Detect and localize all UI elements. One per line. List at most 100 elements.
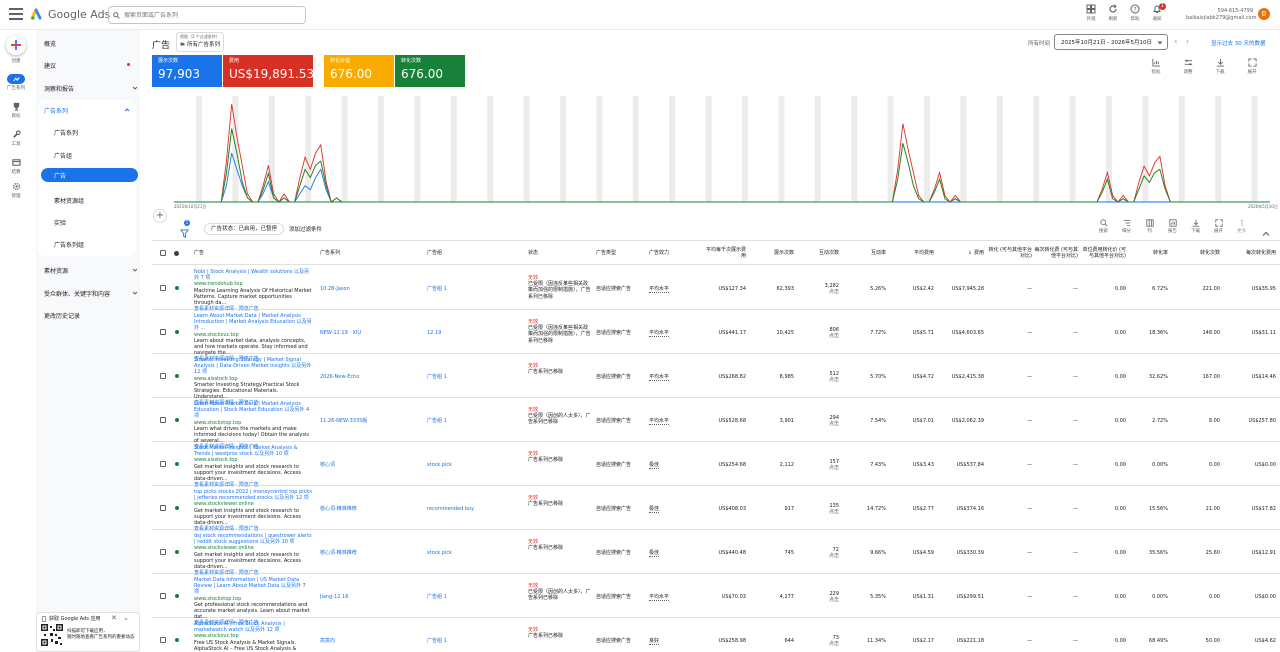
table-row[interactable]: Stock Market Insights | Market Analysis … [152, 442, 1280, 488]
row-checkbox[interactable] [160, 637, 166, 643]
metric-cost[interactable]: 费用 US$19,891.53 [223, 55, 314, 87]
campaign-link[interactable]: 核心词-精准推荐 [320, 506, 420, 512]
adgroup-link[interactable]: recommended buy [427, 506, 522, 512]
ad-strength[interactable]: 平均水平 [649, 418, 695, 425]
campaign-link[interactable]: 高意向 [320, 638, 420, 644]
hamburger-menu-icon[interactable] [9, 8, 23, 20]
campaign-link[interactable]: 核心词 [320, 462, 420, 468]
row-checkbox[interactable] [160, 505, 166, 511]
col-header-conv-rate[interactable]: 转化率 [1128, 241, 1168, 265]
prev-period-icon[interactable]: ‹ [1174, 37, 1186, 47]
add-filter-button[interactable]: 添加过滤条件 [289, 225, 322, 233]
notifications-button[interactable]: 1 通知 [1146, 3, 1168, 22]
ad-headline[interactable]: dsj stock recommendations | questrower a… [194, 533, 312, 545]
campaign-link[interactable]: 2026-New-Echo [320, 374, 420, 380]
row-checkbox[interactable] [160, 417, 166, 423]
avatar[interactable]: B [1258, 8, 1270, 20]
adgroup-link[interactable]: 广告组 1 [427, 638, 522, 644]
select-all-checkbox[interactable] [160, 250, 166, 256]
ad-headline[interactable]: AlphaStock AI | Free Stock Analysis | ma… [194, 621, 312, 633]
create-button[interactable] [6, 35, 26, 55]
rail-admin[interactable]: 管理 [0, 182, 32, 199]
status-dot[interactable] [175, 330, 179, 334]
ad-headline[interactable]: Stock Market Insights | Market Analysis … [194, 445, 312, 457]
campaign-view-selector[interactable]: 视图（2 个过滤条件） 所有广告系列 [176, 32, 224, 52]
status-dot[interactable] [175, 594, 179, 598]
table-row[interactable]: AlphaStock AI | Free Stock Analysis | ma… [152, 618, 1280, 652]
col-header-interaction-rate[interactable]: 互动率 [842, 241, 886, 265]
ad-headline[interactable]: Learn About Market Data | Market Analysi… [194, 401, 312, 420]
ad-strength[interactable]: 平均水平 [649, 594, 695, 601]
google-ads-logo[interactable]: Google Ads [30, 7, 110, 21]
table-row[interactable]: Learn About Market Data | Market Analysi… [152, 310, 1280, 362]
ad-strength[interactable]: 极佳 [649, 550, 695, 557]
show-last-30-days-link[interactable]: 显示过去 30 天的数据 [1211, 39, 1266, 47]
next-period-icon[interactable]: › [1186, 37, 1198, 47]
row-checkbox[interactable] [160, 461, 166, 467]
col-header-conv-value-cross[interactable]: 单位费用转化价 (可与其他平台对比) [1080, 241, 1126, 265]
ad-headline[interactable]: Learn About Market Data | Market Analysi… [194, 313, 312, 332]
table-row[interactable]: Nobi | Stock Analysis | Wealth solutions… [152, 266, 1280, 312]
col-header-ad-strength[interactable]: 广告效力 [649, 241, 699, 265]
chart-download-button[interactable]: 下载 [1210, 58, 1230, 75]
col-header-interactions[interactable]: 互动次数 [797, 241, 839, 265]
table-download-button[interactable]: 下载 [1184, 219, 1207, 234]
table-row[interactable]: Learn About Market Data | Market Analysi… [152, 398, 1280, 450]
appearance-button[interactable]: 外观 [1080, 4, 1102, 22]
status-header-dot[interactable] [174, 251, 179, 256]
nav-item-recommendations[interactable]: 建议 [44, 58, 138, 72]
col-header-cost[interactable]: ↓ 费用 [936, 241, 984, 265]
table-columns-button[interactable]: 列 [1138, 219, 1161, 234]
adgroup-link[interactable]: 广告组 1 [427, 374, 522, 380]
metric-conversions[interactable]: 转化次数 676.00 [395, 55, 465, 87]
nav-sub-campaigns[interactable]: 广告系列 [41, 125, 138, 139]
close-card-icon[interactable]: ✕ [111, 614, 117, 622]
col-header-impressions[interactable]: 展示次数 [752, 241, 794, 265]
ad-headline[interactable]: Nobi | Stock Analysis | Wealth solutions… [194, 269, 312, 281]
table-reports-button[interactable]: 报告 [1161, 219, 1184, 234]
col-header-avg-cpm[interactable]: 平均每千次展示费用 [702, 241, 746, 265]
status-dot[interactable] [175, 286, 179, 290]
table-segment-button[interactable]: 细分 [1115, 219, 1138, 234]
nav-item-insights[interactable]: 洞察和报告 [44, 81, 138, 95]
status-dot[interactable] [175, 638, 179, 642]
table-row[interactable]: top picks stocks 2022 | moneycontrol top… [152, 486, 1280, 532]
col-header-ad[interactable]: 广告 [194, 241, 254, 265]
campaign-link[interactable]: NEW-12.19 · XIU [320, 330, 420, 336]
rail-campaigns[interactable]: 广告系列 [0, 74, 32, 91]
collapse-card-icon[interactable]: ⌄ [123, 614, 129, 622]
status-dot[interactable] [175, 418, 179, 422]
row-checkbox[interactable] [160, 329, 166, 335]
adgroup-link[interactable]: stock pick [427, 550, 522, 556]
col-header-avg-cost[interactable]: 平均费用 [888, 241, 934, 265]
ad-strength[interactable]: 良好 [649, 638, 695, 645]
campaign-link[interactable]: 11.26-NEW-3335版 [320, 418, 420, 424]
col-header-conversions[interactable]: 转化次数 [1172, 241, 1220, 265]
adgroup-link[interactable]: 广告组 1 [427, 594, 522, 600]
campaign-link[interactable]: 10.28-Jason [320, 286, 420, 292]
adgroup-link[interactable]: stock pick [427, 462, 522, 468]
nav-section-campaigns[interactable]: 广告系列 [44, 103, 130, 117]
nav-sub-campaign-groups[interactable]: 广告系列组 [41, 237, 138, 251]
adgroup-link[interactable]: 广告组 1 [427, 286, 522, 292]
account-info[interactable]: 594-615-4799 baikaixjiabk279@gmail.com [1186, 8, 1256, 22]
col-header-status[interactable]: 状态 [528, 241, 578, 265]
metric-impressions[interactable]: 展示次数 97,903 [152, 55, 222, 87]
adgroup-link[interactable]: 12.19 [427, 330, 522, 336]
row-checkbox[interactable] [160, 285, 166, 291]
status-dot[interactable] [175, 550, 179, 554]
ad-headline[interactable]: Market Data Information | US Market Data… [194, 577, 312, 596]
chart-metrics-button[interactable]: 指标 [1146, 58, 1166, 75]
table-row[interactable]: dsj stock recommendations | questrower a… [152, 530, 1280, 576]
col-header-cost-per-conv-cross[interactable]: 每次转化费 (可与其他平台对比) [1034, 241, 1078, 265]
chart-expand-button[interactable]: 展开 [1242, 58, 1262, 75]
refresh-button[interactable]: 刷新 [1102, 4, 1124, 22]
ad-strength[interactable]: 极佳 [649, 506, 695, 513]
nav-sub-adgroups[interactable]: 广告组 [41, 148, 138, 162]
campaign-link[interactable]: 核心词-精准推荐 [320, 550, 420, 556]
col-header-cost-per-conv[interactable]: 每次转化费用 [1222, 241, 1276, 265]
table-search-button[interactable]: 搜索 [1092, 219, 1115, 234]
search-input[interactable] [124, 11, 284, 19]
nav-sub-experiments[interactable]: 实验 [41, 215, 138, 229]
col-header-ad-type[interactable]: 广告类型 [596, 241, 646, 265]
